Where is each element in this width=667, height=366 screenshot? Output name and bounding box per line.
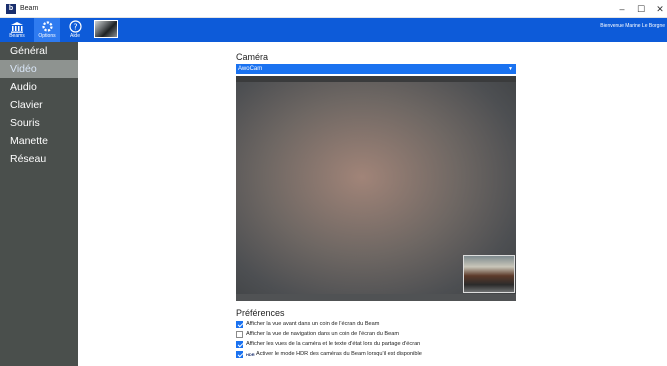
gear-icon (34, 18, 60, 33)
maximize-button[interactable]: ☐ (634, 2, 648, 16)
toolbar-help-label: Aide (69, 33, 80, 39)
toolbar-help-button[interactable]: ? Aide (62, 18, 88, 42)
camera-preview-bottom-bar (236, 294, 516, 301)
window-title: Beam (20, 5, 39, 12)
camera-select[interactable]: AwoCam ▼ (236, 64, 516, 74)
pref-navigation-view-checkbox[interactable] (236, 331, 243, 338)
pref-hdr-mode-checkbox[interactable] (236, 351, 243, 358)
sidebar-item-general[interactable]: Général (0, 42, 78, 60)
video-settings-panel: Caméra AwoCam ▼ Préférences Afficher la … (78, 42, 667, 366)
sidebar-item-audio[interactable]: Audio (0, 78, 78, 96)
camera-section-title: Caméra (236, 52, 269, 62)
title-bar: b Beam – ☐ ✕ (0, 0, 667, 18)
sidebar-item-keyboard[interactable]: Clavier (0, 96, 78, 114)
pref-screen-share-views-checkbox[interactable] (236, 341, 243, 348)
sidebar-item-controller[interactable]: Manette (0, 132, 78, 150)
hdr-icon: HDR (246, 352, 255, 357)
pref-front-view-checkbox[interactable] (236, 321, 243, 328)
sidebar-item-video[interactable]: Vidéo (0, 60, 78, 78)
beam-thumbnail[interactable] (94, 20, 118, 38)
settings-sidebar: Général Vidéo Audio Clavier Souris Manet… (0, 42, 78, 366)
pref-navigation-view-label: Afficher la vue de navigation dans un co… (246, 331, 400, 337)
help-icon: ? (62, 18, 88, 33)
sidebar-item-mouse[interactable]: Souris (0, 114, 78, 132)
close-button[interactable]: ✕ (653, 2, 667, 16)
toolbar-options-label: Options (38, 33, 56, 39)
top-toolbar: Beams Options ? Aide Bienvenue Marine Le… (0, 18, 667, 42)
picture-in-picture-preview (463, 255, 515, 293)
camera-select-value: AwoCam (238, 66, 263, 72)
minimize-button[interactable]: – (615, 2, 629, 16)
building-icon (4, 18, 30, 33)
welcome-message: Bienvenue Marine Le Borgne (600, 23, 665, 29)
camera-preview-top-bar (236, 76, 516, 82)
pref-front-view-label: Afficher la vue avant dans un coin de l'… (246, 321, 380, 327)
chevron-down-icon: ▼ (508, 66, 513, 72)
preferences-section-title: Préférences (236, 308, 285, 318)
sidebar-item-network[interactable]: Réseau (0, 150, 78, 168)
camera-preview (236, 76, 516, 301)
pref-hdr-mode-label: Activer le mode HDR des caméras du Beam … (256, 351, 422, 357)
pref-screen-share-views-label: Afficher les vues de la caméra et le tex… (246, 341, 421, 347)
svg-text:?: ? (73, 23, 77, 32)
app-logo: b (6, 4, 16, 14)
toolbar-options-button[interactable]: Options (34, 18, 60, 42)
toolbar-beams-label: Beams (9, 33, 25, 39)
toolbar-beams-button[interactable]: Beams (4, 18, 30, 42)
